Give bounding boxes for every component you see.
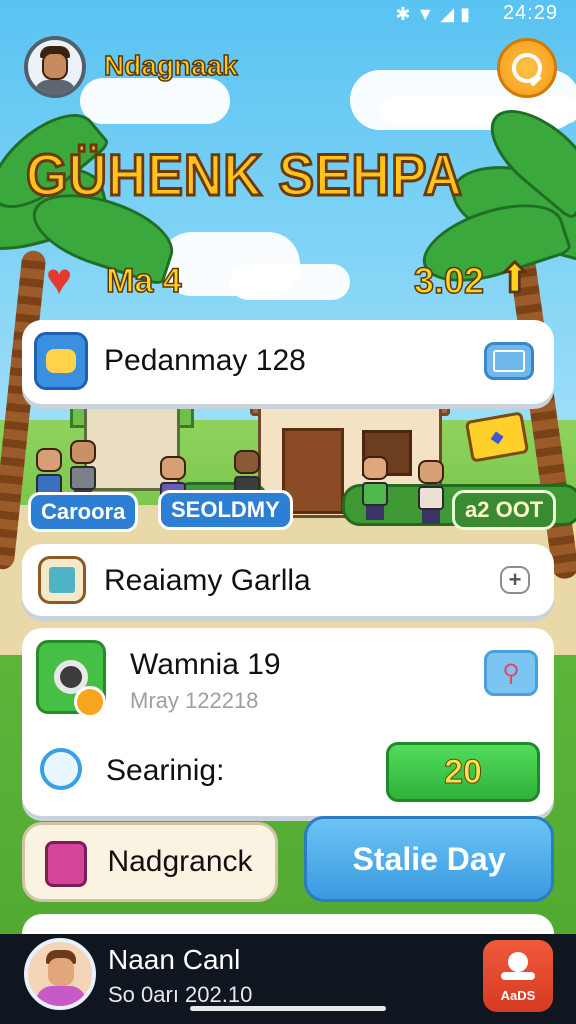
- daily-label: Stalie Day: [352, 840, 506, 877]
- clock: 24:29: [502, 2, 558, 24]
- manage-label: Nadgranck: [107, 845, 253, 878]
- search-label: Searinig:: [106, 754, 225, 787]
- top-info-card[interactable]: Pedanmay 128: [22, 320, 554, 404]
- villager-character[interactable]: [418, 460, 444, 524]
- cloud: [80, 78, 230, 124]
- task-subtitle: Mray 122218: [130, 688, 259, 713]
- list-icon: [493, 350, 525, 372]
- coin-counter: 3.02: [413, 259, 485, 302]
- signal-icon: ◢: [440, 4, 461, 24]
- record-button[interactable]: AaDS: [483, 940, 553, 1012]
- document-icon: [45, 841, 87, 887]
- village-tag-right[interactable]: a2 OOT: [452, 490, 557, 530]
- plus-icon: +: [508, 567, 522, 592]
- village-tag-middle[interactable]: SEOLDMY: [158, 490, 293, 530]
- chat-icon: [34, 332, 88, 390]
- add-button[interactable]: +: [500, 566, 530, 594]
- heart-icon: ♥: [46, 255, 73, 304]
- profile-name: Naan Canl: [108, 944, 241, 975]
- task-title: Wamnia 19: [130, 648, 281, 681]
- notebook-icon: [38, 556, 86, 604]
- link-icon: ⚲: [502, 659, 520, 687]
- search-button[interactable]: [497, 38, 557, 98]
- player-name: Ndagnaak: [103, 49, 238, 82]
- reward-card-label: Reaiamy Garlla: [104, 564, 311, 597]
- search-icon: [512, 53, 542, 83]
- user-icon: [508, 952, 528, 972]
- link-button[interactable]: ⚲: [484, 650, 538, 696]
- cloud: [230, 264, 350, 300]
- lives-counter: Ma 4: [105, 261, 182, 301]
- status-icons: ✱▼◢▮: [395, 4, 476, 25]
- list-button[interactable]: [484, 342, 534, 380]
- game-title: GÜHENK SEHPA: [25, 142, 464, 210]
- top-card-label: Pedanmay 128: [104, 344, 306, 377]
- villager-character[interactable]: [362, 456, 388, 520]
- search-value-button[interactable]: 20: [386, 742, 540, 802]
- bluetooth-icon: ✱: [395, 4, 417, 24]
- daily-button[interactable]: Stalie Day: [304, 816, 554, 902]
- profile-date: So 0arı 202.10: [108, 982, 253, 1007]
- manage-button[interactable]: Nadgranck: [22, 822, 278, 902]
- profile-avatar[interactable]: [24, 938, 96, 1010]
- search-value: 20: [444, 752, 483, 791]
- village-tag-left[interactable]: Caroora: [28, 492, 139, 532]
- home-indicator[interactable]: [190, 1006, 386, 1011]
- player-avatar[interactable]: [24, 36, 86, 98]
- upgrade-arrow-icon[interactable]: ⬆: [497, 256, 532, 302]
- wrench-badge-icon: [74, 686, 106, 718]
- cloud: [380, 96, 576, 124]
- task-card[interactable]: Wamnia 19 Mray 122218 ⚲ Searinig: 20: [22, 628, 554, 816]
- reward-card[interactable]: Reaiamy Garlla +: [22, 544, 554, 616]
- compass-icon: [40, 748, 82, 790]
- wifi-icon: ▼: [416, 4, 441, 24]
- record-label: AaDS: [500, 988, 536, 1003]
- battery-icon: ▮: [460, 4, 476, 24]
